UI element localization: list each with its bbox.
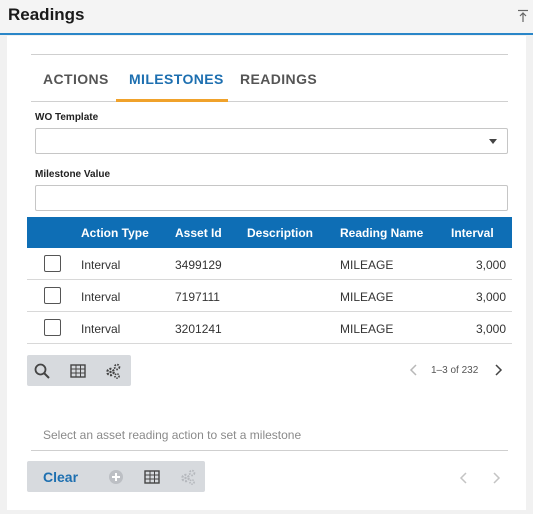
tab-actions[interactable]: ACTIONS	[43, 71, 109, 87]
dropdown-caret-icon[interactable]	[489, 139, 497, 144]
milestone-value-input[interactable]	[35, 185, 508, 211]
chevron-right-icon[interactable]	[491, 471, 501, 485]
action-toolbar: Clear	[27, 461, 205, 492]
clear-button[interactable]: Clear	[43, 469, 78, 485]
panel-title: Readings	[8, 5, 85, 24]
cell-action-type: Interval	[81, 322, 121, 336]
tab-readings[interactable]: READINGS	[240, 71, 317, 87]
cell-interval: 3,000	[475, 290, 506, 304]
col-description[interactable]: Description	[247, 226, 313, 240]
panel-header: Readings	[0, 0, 533, 35]
pager-count: 1–3 of 232	[431, 365, 479, 376]
col-asset-id[interactable]: Asset Id	[175, 226, 222, 240]
cell-interval: 3,000	[475, 258, 506, 272]
cell-asset-id: 3201241	[175, 322, 222, 336]
tab-bar: ACTIONS MILESTONES READINGS	[31, 62, 508, 102]
collapse-icon[interactable]	[517, 9, 529, 23]
divider	[31, 54, 508, 55]
col-interval[interactable]: Interval	[451, 226, 494, 240]
table-row[interactable]: Interval 3499129 MILEAGE 3,000	[27, 248, 512, 280]
col-action-type[interactable]: Action Type	[81, 226, 149, 240]
chevron-left-icon[interactable]	[459, 471, 469, 485]
cell-interval: 3,000	[475, 322, 506, 336]
cell-reading-name: MILEAGE	[340, 290, 394, 304]
milestone-value-label: Milestone Value	[35, 169, 111, 180]
table-row[interactable]: Interval 3201241 MILEAGE 3,000	[27, 312, 512, 344]
cell-asset-id: 3499129	[175, 258, 222, 272]
table-toolbar	[27, 355, 131, 386]
wo-template-label: WO Template	[35, 112, 99, 123]
row-checkbox[interactable]	[44, 287, 61, 304]
cell-action-type: Interval	[81, 258, 121, 272]
table-columns-icon[interactable]	[69, 362, 87, 380]
cell-asset-id: 7197111	[175, 290, 220, 304]
row-checkbox[interactable]	[44, 319, 61, 336]
settings-gears-icon[interactable]	[104, 362, 122, 380]
cell-reading-name: MILEAGE	[340, 322, 394, 336]
settings-gears-icon[interactable]	[179, 468, 197, 486]
tab-milestones[interactable]: MILESTONES	[129, 71, 224, 87]
milestones-card: ACTIONS MILESTONES READINGS WO Template …	[7, 36, 526, 510]
table-row[interactable]: Interval 7197111 MILEAGE 3,000	[27, 280, 512, 312]
add-icon[interactable]	[107, 468, 125, 486]
cell-action-type: Interval	[81, 290, 121, 304]
chevron-left-icon[interactable]	[409, 364, 419, 376]
col-reading-name[interactable]: Reading Name	[340, 226, 423, 240]
cell-reading-name: MILEAGE	[340, 258, 394, 272]
divider	[31, 450, 508, 451]
chevron-right-icon[interactable]	[493, 364, 503, 376]
table-header: Action Type Asset Id Description Reading…	[27, 217, 512, 248]
hint-text: Select an asset reading action to set a …	[43, 428, 302, 442]
row-checkbox[interactable]	[44, 255, 61, 272]
table-columns-icon[interactable]	[143, 468, 161, 486]
wo-template-select[interactable]	[35, 128, 508, 154]
search-icon[interactable]	[33, 362, 51, 380]
active-tab-indicator	[116, 99, 228, 102]
record-nav	[459, 471, 507, 485]
readings-table: Action Type Asset Id Description Reading…	[27, 217, 512, 344]
